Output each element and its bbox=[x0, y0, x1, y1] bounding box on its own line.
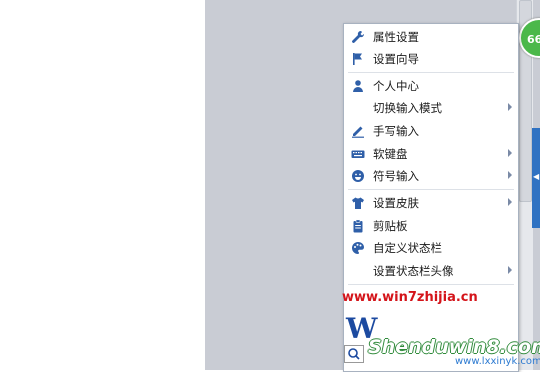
watermark-site: www.lxxinyk.com bbox=[455, 356, 540, 367]
submenu-arrow-icon bbox=[508, 198, 512, 206]
pen-icon bbox=[352, 126, 364, 138]
menu-item-label: 手写输入 bbox=[373, 124, 419, 138]
search-icon bbox=[344, 345, 364, 363]
menu-item-handwriting[interactable]: 手写输入 bbox=[344, 120, 518, 142]
menu-item-clipboard[interactable]: 剪贴板 bbox=[344, 215, 518, 237]
menu-item-personal-center[interactable]: 个人中心 bbox=[344, 75, 518, 97]
menu-item-properties[interactable]: 属性设置 bbox=[344, 26, 518, 48]
shirt-icon bbox=[352, 197, 364, 209]
watermark-url: www.win7zhijia.cn bbox=[342, 290, 478, 305]
palette-icon bbox=[352, 242, 364, 254]
menu-item-label: 设置向导 bbox=[373, 52, 419, 66]
submenu-arrow-icon bbox=[508, 266, 512, 274]
menu-item-label: 切换输入模式 bbox=[373, 101, 442, 115]
menu-item-soft-keyboard[interactable]: 软键盘 bbox=[344, 143, 518, 165]
document-area bbox=[0, 0, 205, 370]
menu-item-label: 剪贴板 bbox=[373, 219, 408, 233]
keyboard-icon bbox=[351, 150, 365, 158]
watermark-brand: Shenduwin8.com bbox=[368, 336, 540, 358]
menu-item-label: 符号输入 bbox=[373, 169, 419, 183]
menu-item-custom-statusbar[interactable]: 自定义状态栏 bbox=[344, 237, 518, 259]
menu-divider bbox=[348, 189, 514, 190]
clipboard-icon bbox=[353, 219, 363, 233]
menu-divider bbox=[348, 72, 514, 73]
menu-divider bbox=[348, 284, 514, 285]
menu-item-label: 个人中心 bbox=[373, 79, 419, 93]
menu-item-label: 软键盘 bbox=[373, 147, 408, 161]
menu-item-label: 自定义状态栏 bbox=[373, 241, 442, 255]
menu-item-statusbar-avatar[interactable]: 设置状态栏头像 bbox=[344, 260, 518, 282]
smiley-icon bbox=[352, 170, 364, 182]
menu-item-setup-wizard[interactable]: 设置向导 bbox=[344, 48, 518, 70]
side-tab[interactable]: ◀ bbox=[532, 128, 540, 228]
user-icon bbox=[353, 80, 363, 92]
menu-item-switch-input-mode[interactable]: 切换输入模式 bbox=[344, 97, 518, 119]
side-tab-arrow-icon: ◀ bbox=[533, 172, 540, 181]
menu-item-label: 设置皮肤 bbox=[373, 196, 419, 210]
menu-item-symbol-input[interactable]: 符号输入 bbox=[344, 165, 518, 187]
menu-item-label: 属性设置 bbox=[373, 30, 419, 44]
flag-icon bbox=[353, 53, 362, 65]
submenu-arrow-icon bbox=[508, 171, 512, 179]
submenu-arrow-icon bbox=[508, 103, 512, 111]
menu-item-skin-settings[interactable]: 设置皮肤 bbox=[344, 192, 518, 214]
wrench-icon bbox=[352, 30, 365, 43]
menu-item-label: 设置状态栏头像 bbox=[373, 264, 454, 278]
submenu-arrow-icon bbox=[508, 149, 512, 157]
